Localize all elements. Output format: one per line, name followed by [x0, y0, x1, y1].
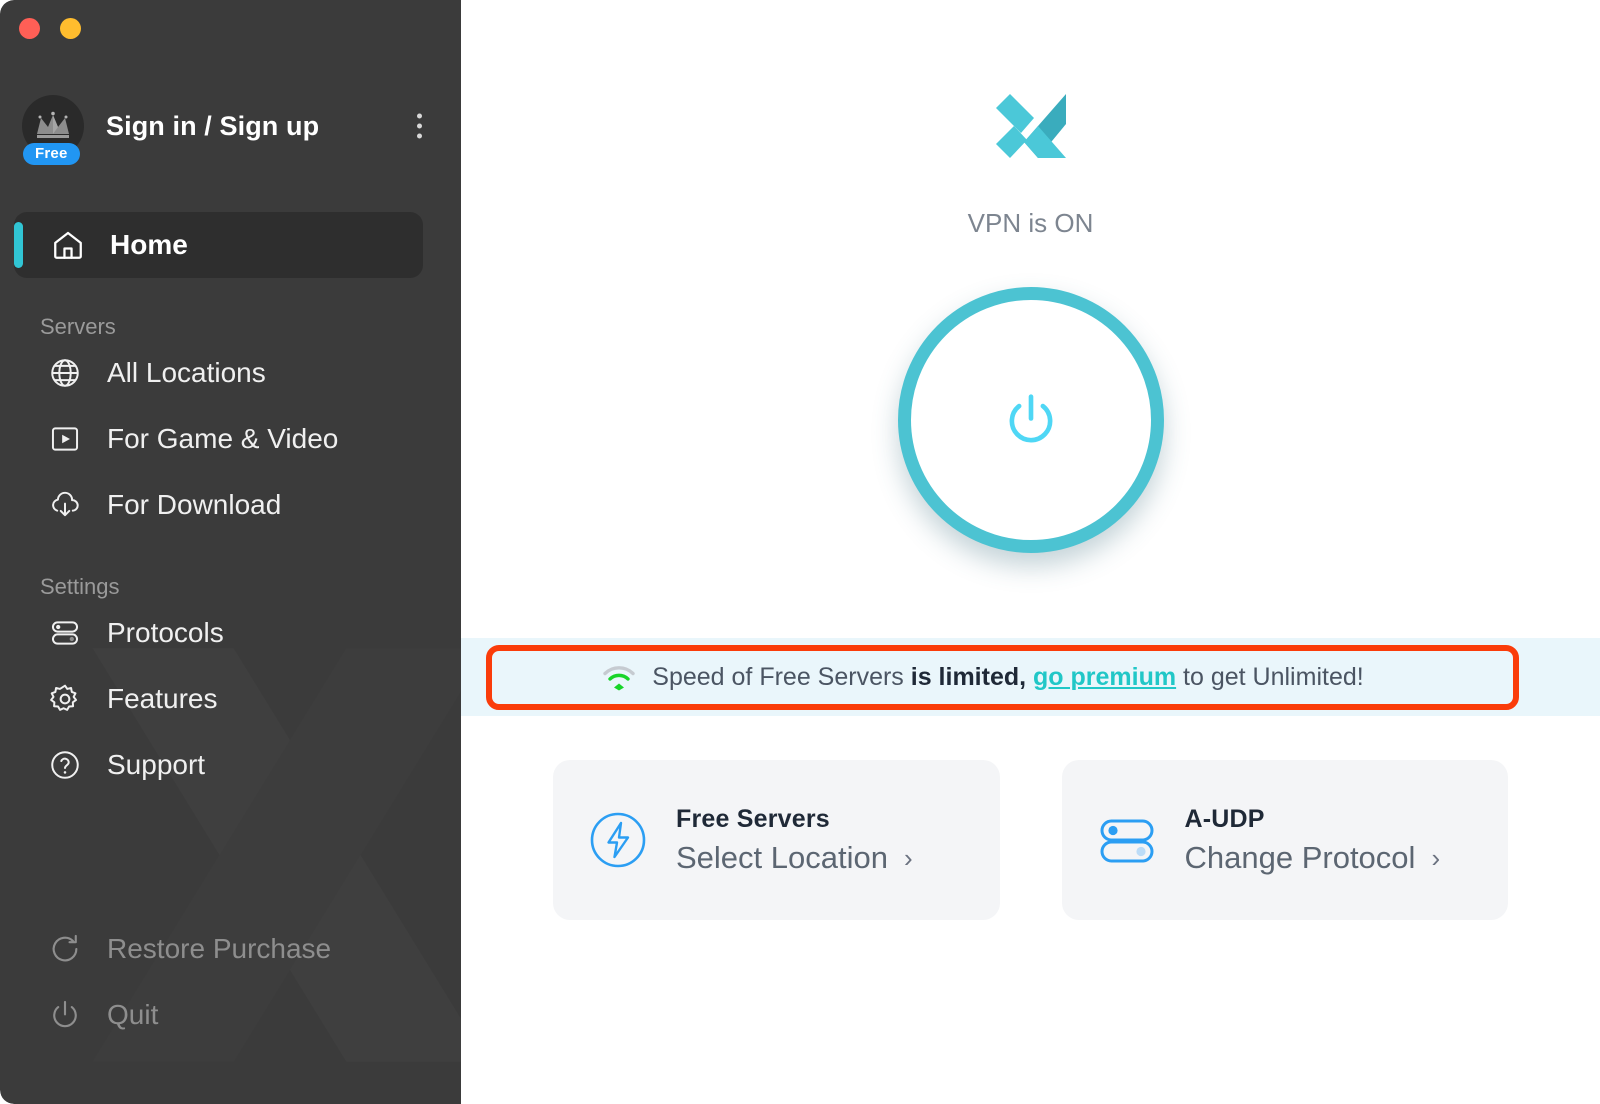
power-icon: [53, 1000, 77, 1028]
banner-text-part2: to get Unlimited!: [1176, 663, 1364, 691]
active-indicator: [14, 222, 23, 268]
chevron-right-icon: ›: [903, 842, 913, 873]
chevron-right-icon: ›: [1431, 842, 1441, 873]
home-icon: [54, 231, 82, 259]
promo-banner-text: Speed of Free Servers is limited, go pre…: [652, 663, 1363, 692]
video-play-icon: [51, 427, 79, 451]
gear-icon: [50, 684, 78, 711]
banner-text-part1: Speed of Free Servers: [652, 663, 911, 691]
sidebar-item-for-game-video[interactable]: For Game & Video: [0, 406, 461, 472]
sidebar-item-restore-purchase[interactable]: Restore Purchase: [0, 916, 461, 982]
free-plan-badge: Free: [23, 143, 80, 165]
sidebar-item-label-features: Features: [107, 683, 218, 714]
refresh-icon: [52, 934, 78, 962]
card-action-label-change-protocol: Change Protocol: [1184, 839, 1416, 875]
toggles-icon: [51, 621, 79, 645]
globe-icon: [51, 359, 79, 387]
sidebar: Free Sign in / Sign up Home Servers All …: [0, 0, 461, 1104]
card-action-select-location[interactable]: Select Location ›: [676, 840, 913, 876]
app-window: Free Sign in / Sign up Home Servers All …: [0, 0, 1600, 1104]
card-title-free-servers: Free Servers: [676, 804, 830, 833]
sidebar-item-support[interactable]: Support: [0, 732, 461, 798]
protocol-toggles-icon: [1100, 819, 1153, 863]
sidebar-item-label-for-download: For Download: [107, 489, 282, 520]
card-action-change-protocol[interactable]: Change Protocol ›: [1185, 840, 1441, 876]
card-free-servers[interactable]: Free Servers Select Location ›: [553, 760, 1000, 920]
promo-banner-highlight[interactable]: Speed of Free Servers is limited, go pre…: [486, 645, 1519, 710]
vpn-status-text: VPN is ON: [967, 208, 1094, 238]
sidebar-item-label-protocols: Protocols: [107, 617, 224, 648]
avatar[interactable]: Free: [22, 95, 84, 165]
promo-banner-strip: Speed of Free Servers is limited, go pre…: [461, 638, 1600, 716]
lightning-circle-icon: [590, 812, 646, 868]
sidebar-item-home[interactable]: Home: [14, 212, 423, 278]
sidebar-item-label-quit: Quit: [107, 999, 159, 1030]
cloud-download-icon: [52, 491, 79, 517]
wifi-icon: [603, 665, 635, 690]
sidebar-item-label-support: Support: [107, 749, 206, 780]
sidebar-section-settings: Settings: [40, 574, 120, 599]
sidebar-item-label-all-locations: All Locations: [107, 357, 266, 388]
sidebar-item-features[interactable]: Features: [0, 666, 461, 732]
card-protocol[interactable]: A-UDP Change Protocol ›: [1061, 760, 1508, 920]
question-circle-icon: [51, 751, 79, 779]
sidebar-item-all-locations[interactable]: All Locations: [0, 340, 461, 406]
sidebar-item-quit[interactable]: Quit: [0, 982, 461, 1048]
close-window-button[interactable]: [19, 18, 40, 39]
account-name: Sign in / Sign up: [106, 110, 320, 141]
traffic-lights: [19, 18, 81, 39]
sidebar-item-for-download[interactable]: For Download: [0, 472, 461, 538]
x-brand-logo: [995, 94, 1066, 158]
sidebar-item-label-home: Home: [110, 229, 188, 260]
sidebar-item-label-for-game-video: For Game & Video: [107, 423, 339, 454]
main-panel: VPN is ON Speed of Free Servers is limit…: [461, 0, 1600, 1104]
minimize-window-button[interactable]: [60, 18, 81, 39]
power-toggle-button[interactable]: [897, 287, 1164, 553]
sidebar-bottom-nav: Restore Purchase Quit: [0, 916, 461, 1048]
account-row[interactable]: Free Sign in / Sign up: [0, 93, 461, 165]
banner-text-bold: is limited,: [910, 663, 1027, 691]
power-icon: [1009, 394, 1052, 443]
go-premium-link[interactable]: go premium: [1033, 663, 1176, 691]
kebab-menu-icon[interactable]: [411, 108, 428, 145]
sidebar-nav: Home Servers All Locations For Game & Vi…: [0, 212, 461, 798]
sidebar-item-protocols[interactable]: Protocols: [0, 600, 461, 666]
quick-action-cards: Free Servers Select Location › A-UDP Cha…: [461, 760, 1600, 920]
card-title-protocol: A-UDP: [1184, 804, 1265, 833]
card-action-label-select-location: Select Location: [676, 839, 888, 875]
sidebar-item-label-restore-purchase: Restore Purchase: [107, 933, 332, 964]
sidebar-section-servers: Servers: [40, 314, 116, 339]
crown-icon: [37, 111, 69, 138]
